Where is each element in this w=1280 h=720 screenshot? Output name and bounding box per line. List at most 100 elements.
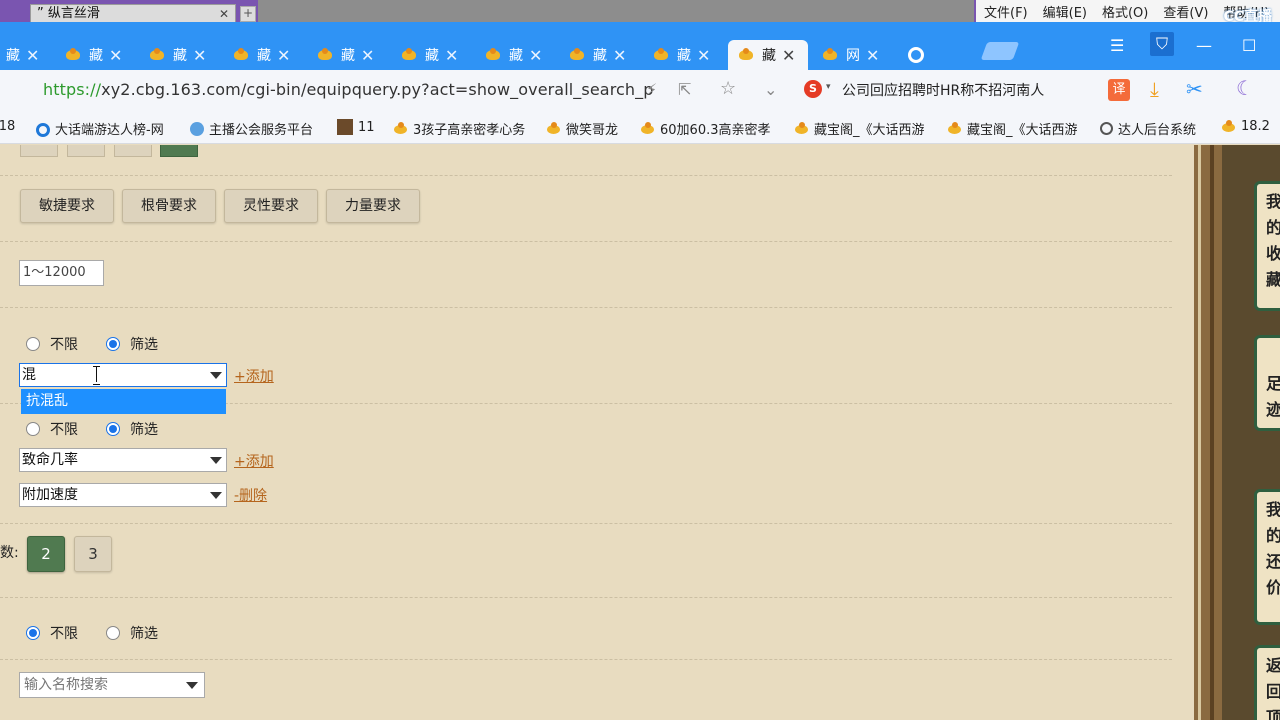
attribute-select[interactable]: 致命几率 — [19, 448, 227, 472]
browsing-history-card[interactable]: 足 迹 — [1254, 335, 1280, 431]
partial-button[interactable] — [67, 145, 105, 157]
attribute-combobox[interactable]: 混 — [19, 363, 227, 387]
tab-label: 藏 — [173, 48, 187, 64]
news-ticker-link[interactable]: 公司回应招聘时HR称不招河南人 — [842, 80, 1044, 100]
radio-filter[interactable] — [106, 626, 120, 640]
cbg-duck-icon — [233, 48, 251, 62]
chevron-down-icon[interactable]: ⌄ — [764, 80, 777, 99]
chevron-down-icon[interactable] — [210, 492, 222, 499]
count-option-button-selected[interactable]: 2 — [27, 536, 65, 572]
close-icon[interactable]: ✕ — [613, 46, 626, 65]
close-icon[interactable]: ✕ — [445, 46, 458, 65]
minimize-icon[interactable]: — — [1196, 36, 1212, 55]
browser-tab[interactable]: 藏 ✕ — [0, 40, 52, 70]
chevron-down-icon[interactable] — [210, 457, 222, 464]
browser-tab[interactable]: 藏 ✕ — [643, 40, 723, 70]
attribute-select[interactable]: 附加速度 — [19, 483, 227, 507]
close-icon[interactable]: ✕ — [782, 46, 795, 65]
count-option-button[interactable]: 3 — [74, 536, 112, 572]
browser-tab[interactable]: 藏 ✕ — [55, 40, 135, 70]
radio-unlimited[interactable] — [26, 337, 40, 351]
range-input[interactable]: 1～12000 — [19, 260, 104, 286]
page-scrollbar[interactable] — [1194, 145, 1222, 720]
chevron-down-icon[interactable] — [210, 372, 222, 379]
close-icon[interactable]: ✕ — [866, 46, 879, 65]
radio-label: 不限 — [50, 626, 78, 642]
close-icon[interactable]: ✕ — [109, 46, 122, 65]
maximize-icon[interactable]: ☐ — [1242, 36, 1256, 55]
card-char: 足 — [1266, 374, 1280, 393]
radio-unlimited[interactable] — [26, 626, 40, 640]
radio-unlimited[interactable] — [26, 422, 40, 436]
bookmark-item[interactable]: 藏宝阁_《大话西游 — [948, 119, 1078, 138]
bookmark-item[interactable]: 60加60.3高亲密孝 — [641, 119, 771, 138]
my-favorites-card[interactable]: 我 的 收 藏 — [1254, 181, 1280, 311]
bookmark-item[interactable]: 3孩子高亲密孝心务 — [394, 119, 525, 138]
agility-requirement-button[interactable]: 敏捷要求 — [20, 189, 114, 223]
cbg-duck-icon — [149, 48, 167, 62]
share-icon[interactable]: ⇱ — [678, 80, 691, 99]
menu-icon[interactable]: ☰ — [1110, 36, 1124, 55]
chevron-down-icon[interactable] — [186, 682, 198, 689]
constitution-requirement-button[interactable]: 根骨要求 — [122, 189, 216, 223]
night-mode-icon[interactable]: ☾ — [1236, 76, 1254, 100]
dropdown-option-highlighted[interactable]: 抗混乱 — [21, 389, 226, 414]
browser-tab[interactable]: 藏 ✕ — [307, 40, 387, 70]
browser-tab[interactable]: 藏 ✕ — [475, 40, 555, 70]
partial-button[interactable] — [20, 145, 58, 157]
browser-tab[interactable]: 藏 ✕ — [391, 40, 471, 70]
divider — [0, 307, 1172, 308]
browser-tab[interactable]: 藏 ✕ — [223, 40, 303, 70]
bookmark-item[interactable]: 大话端游达人榜-网 — [36, 119, 164, 138]
partial-button[interactable] — [114, 145, 152, 157]
translate-icon[interactable]: 译 — [1108, 79, 1130, 101]
background-window-tab[interactable]: ” 纵言丝滑 ✕ — [30, 4, 236, 24]
menu-format[interactable]: 格式(O) — [1102, 2, 1148, 21]
name-search-select[interactable]: 输入名称搜索 — [19, 672, 205, 698]
close-icon[interactable]: ✕ — [193, 46, 206, 65]
menu-view[interactable]: 查看(V) — [1163, 2, 1208, 21]
caret-icon[interactable]: ▾ — [826, 82, 831, 92]
lightning-icon[interactable]: ⚡ — [646, 80, 657, 99]
remove-attribute-link[interactable]: -删除 — [234, 485, 267, 505]
add-attribute-link[interactable]: +添加 — [234, 366, 274, 386]
skin-icon[interactable]: ⛉ — [1150, 32, 1174, 56]
star-icon[interactable]: ☆ — [720, 78, 736, 99]
close-icon[interactable]: ✕ — [219, 5, 229, 23]
radio-filter[interactable] — [106, 337, 120, 351]
close-icon[interactable]: ✕ — [26, 46, 39, 65]
close-icon[interactable]: ✕ — [277, 46, 290, 65]
bookmark-item[interactable]: 主播公会服务平台 — [190, 119, 313, 138]
browser-tab-active[interactable]: 藏 ✕ — [728, 40, 808, 70]
strength-requirement-button[interactable]: 力量要求 — [326, 189, 420, 223]
back-to-top-card[interactable]: 返 回 顶 — [1254, 645, 1280, 720]
download-icon[interactable]: ⤓ — [1150, 77, 1159, 101]
bookmark-item[interactable]: 18.2 — [1222, 119, 1270, 134]
spirit-requirement-button[interactable]: 灵性要求 — [224, 189, 318, 223]
partial-button-selected[interactable] — [160, 145, 198, 157]
browser-tab[interactable] — [898, 40, 978, 70]
browser-tab[interactable]: 藏 ✕ — [139, 40, 219, 70]
new-tab-icon[interactable]: + — [240, 6, 256, 22]
add-attribute-link[interactable]: +添加 — [234, 451, 274, 471]
menu-file[interactable]: 文件(F) — [984, 2, 1028, 21]
new-tab-button[interactable] — [980, 42, 1020, 60]
browser-tab[interactable]: 网 ✕ — [812, 40, 892, 70]
address-input[interactable]: https://xy2.cbg.163.com/cgi-bin/equipque… — [43, 80, 654, 99]
bookmark-item[interactable]: 达人后台系统 — [1100, 119, 1196, 138]
search-engine-icon[interactable]: S — [804, 80, 822, 98]
radio-filter[interactable] — [106, 422, 120, 436]
screenshot-scissors-icon[interactable]: ✂ — [1186, 77, 1203, 101]
browser-tab[interactable]: 藏 ✕ — [559, 40, 639, 70]
tab-label: 藏 — [257, 48, 271, 64]
card-char: 回 — [1266, 682, 1280, 701]
menu-edit[interactable]: 编辑(E) — [1043, 2, 1087, 21]
close-icon[interactable]: ✕ — [529, 46, 542, 65]
bookmark-item[interactable]: 11 — [337, 119, 375, 135]
close-icon[interactable]: ✕ — [697, 46, 710, 65]
bookmark-item[interactable]: 微笑哥龙 — [547, 119, 618, 138]
close-icon[interactable]: ✕ — [361, 46, 374, 65]
bookmark-item[interactable]: 藏宝阁_《大话西游 — [795, 119, 925, 138]
bookmark-item[interactable]: -18 — [0, 119, 15, 134]
my-bargain-card[interactable]: 我 的 还 价 — [1254, 489, 1280, 625]
